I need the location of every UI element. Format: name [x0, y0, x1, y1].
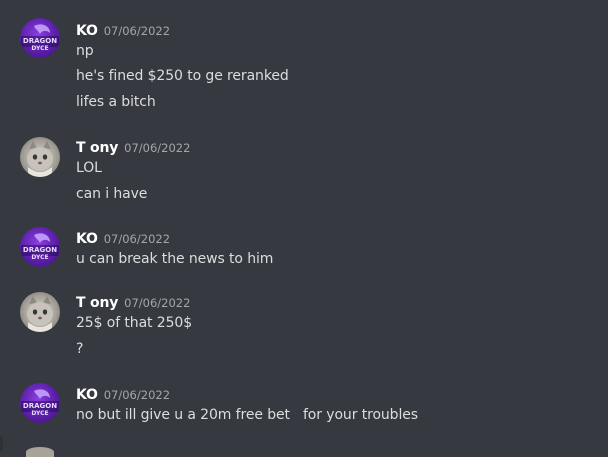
avatar[interactable] — [26, 447, 54, 457]
cat-photo-icon — [27, 296, 53, 332]
avatar[interactable] — [20, 137, 60, 177]
timestamp[interactable]: 07/06/2022 — [104, 388, 170, 402]
author-name[interactable]: KO — [76, 23, 98, 39]
author-name[interactable]: KO — [76, 387, 98, 403]
dragon-logo-icon: DRAGON DYCE — [21, 233, 59, 261]
timestamp[interactable]: 07/06/2022 — [104, 24, 170, 38]
message-text: u can break the news to him — [76, 251, 274, 267]
avatar[interactable] — [20, 292, 60, 332]
message-text: no but ill give u a 20m free bet for you… — [76, 407, 418, 423]
message-header: T ony 07/06/2022 — [76, 292, 190, 311]
cat-photo-icon — [27, 141, 53, 177]
avatar-logo-text-line1: DRAGON — [23, 402, 57, 410]
author-name[interactable]: KO — [76, 231, 98, 247]
message-text: can i have — [76, 186, 148, 202]
timestamp[interactable]: 07/06/2022 — [124, 296, 190, 310]
message-text: np — [76, 43, 94, 59]
dragon-logo-icon: DRAGON DYCE — [21, 24, 59, 52]
message-header: KO 07/06/2022 — [76, 20, 170, 39]
message-text: ? — [76, 341, 84, 357]
message-header: T ony 07/06/2022 — [76, 137, 190, 156]
avatar[interactable]: DRAGON DYCE — [20, 383, 60, 423]
avatar-logo-text-line2: DYCE — [31, 410, 48, 417]
message-text: he's fined $250 to ge reranked — [76, 68, 289, 84]
avatar-logo-text-line2: DYCE — [31, 45, 48, 52]
avatar[interactable]: DRAGON DYCE — [20, 227, 60, 267]
message-header: KO 07/06/2022 — [76, 228, 170, 247]
message-text: LOL — [76, 160, 102, 176]
message-text: 25$ of that 250$ — [76, 315, 193, 331]
avatar[interactable]: DRAGON DYCE — [20, 18, 60, 58]
avatar-logo-text-line2: DYCE — [31, 254, 48, 261]
avatar-logo-text-line1: DRAGON — [23, 246, 57, 254]
scrollbar-edge[interactable] — [0, 436, 3, 451]
author-name[interactable]: T ony — [76, 295, 118, 311]
message-header: KO 07/06/2022 — [76, 384, 170, 403]
author-name[interactable]: T ony — [76, 140, 118, 156]
timestamp[interactable]: 07/06/2022 — [124, 141, 190, 155]
dragon-logo-icon: DRAGON DYCE — [21, 389, 59, 417]
timestamp[interactable]: 07/06/2022 — [104, 232, 170, 246]
message-text: lifes a bitch — [76, 94, 156, 110]
avatar-logo-text-line1: DRAGON — [23, 37, 57, 45]
